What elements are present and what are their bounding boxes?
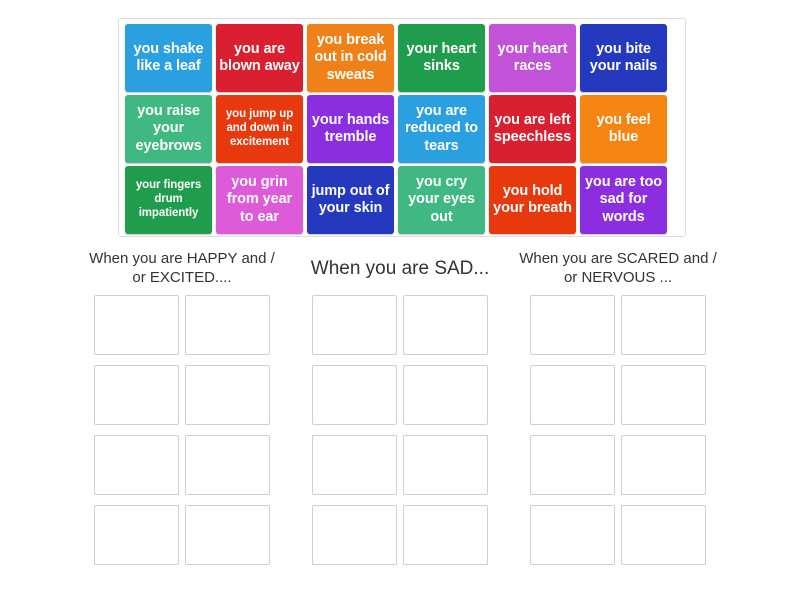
word-bank-row: your fingers drum impatiently you grin fr… xyxy=(123,166,681,235)
word-tile[interactable]: you jump up and down in excitement xyxy=(216,95,303,163)
word-tile[interactable]: you are left speechless xyxy=(489,95,576,163)
word-tile[interactable]: you hold your breath xyxy=(489,166,576,234)
word-tile[interactable]: you feel blue xyxy=(580,95,667,163)
drop-slot[interactable] xyxy=(403,295,488,355)
word-bank-row: you shake like a leaf you are blown away y… xyxy=(123,24,681,93)
drop-slot[interactable] xyxy=(621,365,706,425)
word-tile[interactable]: you break out in cold sweats xyxy=(307,24,394,92)
category-column: When you are SCARED and / or NERVOUS ... xyxy=(517,248,719,570)
drop-slot[interactable] xyxy=(312,295,397,355)
word-tile[interactable]: you are blown away xyxy=(216,24,303,92)
drop-slot[interactable] xyxy=(621,295,706,355)
drop-slot-grid xyxy=(81,290,283,570)
word-tile[interactable]: your heart races xyxy=(489,24,576,92)
drop-slot[interactable] xyxy=(530,295,615,355)
word-tile[interactable]: jump out of your skin xyxy=(307,166,394,234)
drop-slot[interactable] xyxy=(185,295,270,355)
drop-slot[interactable] xyxy=(94,435,179,495)
drop-slot[interactable] xyxy=(312,505,397,565)
drop-slot[interactable] xyxy=(530,365,615,425)
word-tile[interactable]: you grin from year to ear xyxy=(216,166,303,234)
drop-slot[interactable] xyxy=(403,505,488,565)
word-tile[interactable]: you are reduced to tears xyxy=(398,95,485,163)
drop-slot[interactable] xyxy=(403,365,488,425)
word-tile[interactable]: your heart sinks xyxy=(398,24,485,92)
word-tile[interactable]: you cry your eyes out xyxy=(398,166,485,234)
word-tile[interactable]: you shake like a leaf xyxy=(125,24,212,92)
category-column: When you are SAD... xyxy=(299,248,501,570)
drop-slot[interactable] xyxy=(530,435,615,495)
category-title: When you are HAPPY and / or EXCITED.... xyxy=(89,250,275,286)
word-tile[interactable]: your fingers drum impatiently xyxy=(125,166,212,234)
drop-slot[interactable] xyxy=(621,435,706,495)
drop-slot[interactable] xyxy=(94,505,179,565)
drop-slot[interactable] xyxy=(94,365,179,425)
category-column: When you are HAPPY and / or EXCITED.... xyxy=(81,248,283,570)
word-bank: you shake like a leaf you are blown away y… xyxy=(118,18,686,237)
category-title: When you are SCARED and / or NERVOUS ... xyxy=(519,250,717,286)
drop-slot[interactable] xyxy=(621,505,706,565)
word-tile[interactable]: you are too sad for words xyxy=(580,166,667,234)
category-board: When you are HAPPY and / or EXCITED.... W… xyxy=(0,248,800,570)
drop-slot-grid xyxy=(517,290,719,570)
drop-slot[interactable] xyxy=(312,435,397,495)
word-tile[interactable]: you raise your eyebrows xyxy=(125,95,212,163)
word-tile[interactable]: you bite your nails xyxy=(580,24,667,92)
drop-slot[interactable] xyxy=(312,365,397,425)
drop-slot[interactable] xyxy=(403,435,488,495)
word-bank-row: you raise your eyebrows you jump up and d… xyxy=(123,95,681,164)
category-title: When you are SAD... xyxy=(310,258,490,280)
drop-slot[interactable] xyxy=(185,505,270,565)
drop-slot[interactable] xyxy=(530,505,615,565)
drop-slot[interactable] xyxy=(185,365,270,425)
word-tile[interactable]: your hands tremble xyxy=(307,95,394,163)
drop-slot[interactable] xyxy=(94,295,179,355)
drop-slot[interactable] xyxy=(185,435,270,495)
drop-slot-grid xyxy=(299,290,501,570)
